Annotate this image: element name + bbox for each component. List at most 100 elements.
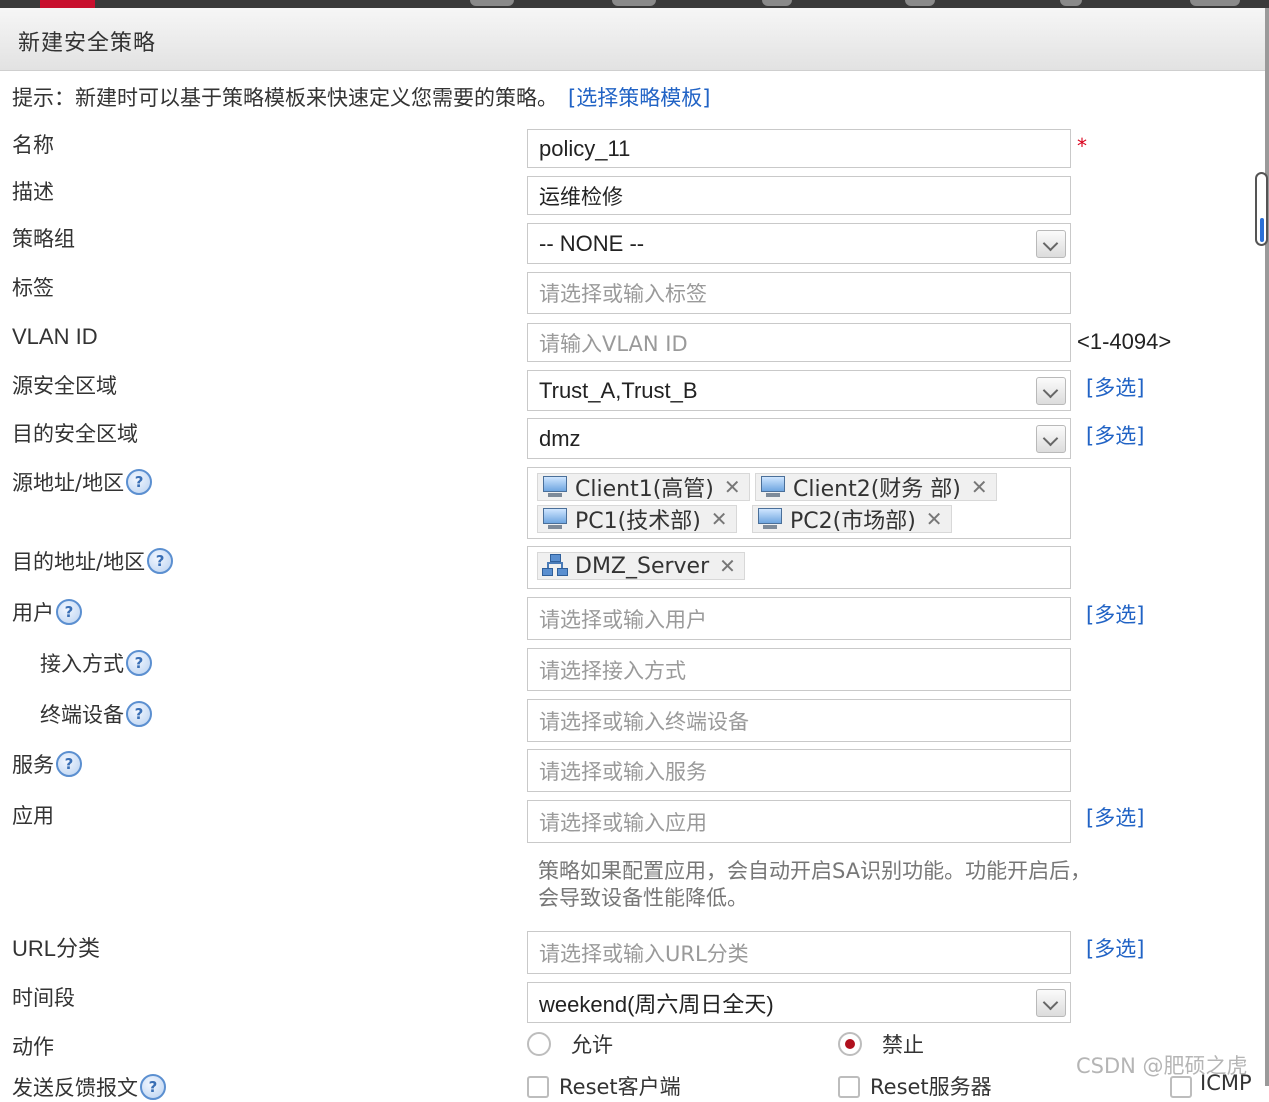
computer-icon xyxy=(541,507,569,531)
dst-zone-value: dmz xyxy=(539,425,581,451)
terminal-placeholder: 请选择或输入终端设备 xyxy=(539,709,749,734)
application-placeholder: 请选择或输入应用 xyxy=(539,810,707,835)
src-addr-tag: Client1(高管) ✕ xyxy=(537,473,750,502)
application-note: 策略如果配置应用，会自动开启SA识别功能。功能开启后，会导致设备性能降低。 xyxy=(538,859,1092,910)
help-icon[interactable]: ? xyxy=(140,1074,166,1100)
vlan-placeholder: 请输入VLAN ID xyxy=(539,331,688,356)
dst-addr-label-text: 目的地址/地区 xyxy=(12,550,146,574)
service-input[interactable]: 请选择或输入服务 xyxy=(527,749,1071,792)
action-allow-label: 允许 xyxy=(571,1033,613,1057)
toolbar-icon xyxy=(612,0,656,6)
user-multi-select[interactable]: [多选] xyxy=(1086,599,1144,629)
application-multi-select[interactable]: [多选] xyxy=(1086,802,1144,832)
dst-zone-select[interactable]: dmz xyxy=(527,418,1071,459)
action-label: 动作 xyxy=(12,1035,54,1059)
service-label: 服务? xyxy=(12,749,82,779)
time-range-select[interactable]: weekend(周六周日全天) xyxy=(527,982,1071,1023)
terminal-label-text: 终端设备 xyxy=(40,703,124,727)
user-label: 用户? xyxy=(12,597,82,627)
vlan-label: VLAN ID xyxy=(12,324,98,349)
help-icon[interactable]: ? xyxy=(56,751,82,777)
application-input[interactable]: 请选择或输入应用 xyxy=(527,800,1071,843)
dst-addr-label: 目的地址/地区? xyxy=(12,546,174,576)
chevron-down-icon[interactable] xyxy=(1036,229,1066,258)
remove-tag-icon[interactable]: ✕ xyxy=(724,475,741,499)
dst-zone-multi-select[interactable]: [多选] xyxy=(1086,420,1144,450)
tag-input[interactable]: 请选择或输入标签 xyxy=(527,272,1071,314)
help-icon[interactable]: ? xyxy=(56,599,82,625)
src-zone-label: 源安全区域 xyxy=(12,374,117,398)
terminal-label: 终端设备? xyxy=(40,699,152,729)
dst-zone-label: 目的安全区域 xyxy=(12,422,138,446)
help-icon[interactable]: ? xyxy=(126,701,152,727)
required-mark: * xyxy=(1077,134,1087,158)
tag-label: Client2(财务 部) xyxy=(793,477,961,502)
tag-placeholder: 请选择或输入标签 xyxy=(539,282,707,306)
access-mode-placeholder: 请选择接入方式 xyxy=(539,658,686,683)
description-input[interactable]: 运维检修 xyxy=(527,176,1071,215)
top-banner-strip xyxy=(0,0,1269,8)
service-label-text: 服务 xyxy=(12,753,54,777)
url-multi-select[interactable]: [多选] xyxy=(1086,933,1144,963)
url-placeholder: 请选择或输入URL分类 xyxy=(539,941,749,966)
action-allow-radio[interactable] xyxy=(527,1032,551,1056)
src-addr-tag: Client2(财务 部) ✕ xyxy=(755,473,997,502)
computer-icon xyxy=(756,507,784,531)
hint-text: 提示：新建时可以基于策略模板来快速定义您需要的策略。 xyxy=(12,86,558,110)
src-zone-value: Trust_A,Trust_B xyxy=(539,377,698,403)
remove-tag-icon[interactable]: ✕ xyxy=(719,554,736,578)
url-input[interactable]: 请选择或输入URL分类 xyxy=(527,931,1071,974)
computer-icon xyxy=(541,475,569,499)
dst-addr-input[interactable]: DMZ_Server ✕ xyxy=(527,546,1071,589)
action-deny-label: 禁止 xyxy=(882,1033,924,1057)
toolbar-icon xyxy=(1060,0,1082,6)
access-mode-input[interactable]: 请选择接入方式 xyxy=(527,648,1071,691)
remove-tag-icon[interactable]: ✕ xyxy=(926,507,943,531)
select-template-link[interactable]: [选择策略模板] xyxy=(568,86,710,110)
dialog-title: 新建安全策略 xyxy=(18,31,157,56)
name-input[interactable]: policy_11 xyxy=(527,129,1071,168)
toolbar-icon xyxy=(1190,0,1240,6)
terminal-input[interactable]: 请选择或输入终端设备 xyxy=(527,699,1071,742)
policy-group-value: -- NONE -- xyxy=(539,230,645,256)
chevron-down-icon[interactable] xyxy=(1036,988,1066,1017)
chevron-down-icon[interactable] xyxy=(1036,376,1066,405)
src-addr-tag: PC2(市场部) ✕ xyxy=(752,505,952,534)
url-label: URL分类 xyxy=(12,936,101,961)
src-zone-multi-select[interactable]: [多选] xyxy=(1086,372,1144,402)
remove-tag-icon[interactable]: ✕ xyxy=(971,475,988,499)
policy-group-select[interactable]: -- NONE -- xyxy=(527,223,1071,264)
access-mode-label-text: 接入方式 xyxy=(40,652,124,676)
src-addr-input[interactable]: Client1(高管) ✕ Client2(财务 部) ✕ PC1(技术部) ✕… xyxy=(527,467,1071,539)
action-deny-radio[interactable] xyxy=(838,1032,862,1056)
time-range-value: weekend(周六周日全天) xyxy=(539,991,774,1017)
tag-label: 标签 xyxy=(12,276,54,300)
hint-line: 提示：新建时可以基于策略模板来快速定义您需要的策略。 [选择策略模板] xyxy=(12,82,710,112)
dialog-right-border xyxy=(1265,8,1269,1086)
name-value: policy_11 xyxy=(539,135,631,161)
dst-addr-tag: DMZ_Server ✕ xyxy=(537,552,745,580)
help-icon[interactable]: ? xyxy=(147,548,174,574)
toolbar-icon xyxy=(905,0,935,6)
name-label: 名称 xyxy=(12,133,54,157)
network-server-icon xyxy=(541,554,569,578)
vertical-scrollbar[interactable] xyxy=(1255,172,1268,246)
application-label: 应用 xyxy=(12,804,54,828)
reset-server-checkbox[interactable] xyxy=(838,1076,860,1098)
tag-label: DMZ_Server xyxy=(575,553,710,579)
src-addr-label: 源地址/地区? xyxy=(12,467,153,497)
reset-client-label: Reset客户端 xyxy=(559,1075,681,1099)
help-icon[interactable]: ? xyxy=(126,469,153,495)
toolbar-icon xyxy=(470,0,514,6)
remove-tag-icon[interactable]: ✕ xyxy=(711,507,728,531)
reset-client-checkbox[interactable] xyxy=(527,1076,549,1098)
vlan-input[interactable]: 请输入VLAN ID xyxy=(527,323,1071,362)
chevron-down-icon[interactable] xyxy=(1036,424,1066,453)
src-zone-select[interactable]: Trust_A,Trust_B xyxy=(527,370,1071,411)
help-icon[interactable]: ? xyxy=(126,650,152,676)
computer-icon xyxy=(759,475,787,499)
dialog-header: 新建安全策略 xyxy=(0,8,1265,71)
user-input[interactable]: 请选择或输入用户 xyxy=(527,597,1071,640)
watermark: CSDN @肥硕之虎 xyxy=(1076,1054,1248,1078)
src-addr-tag: PC1(技术部) ✕ xyxy=(537,505,737,534)
